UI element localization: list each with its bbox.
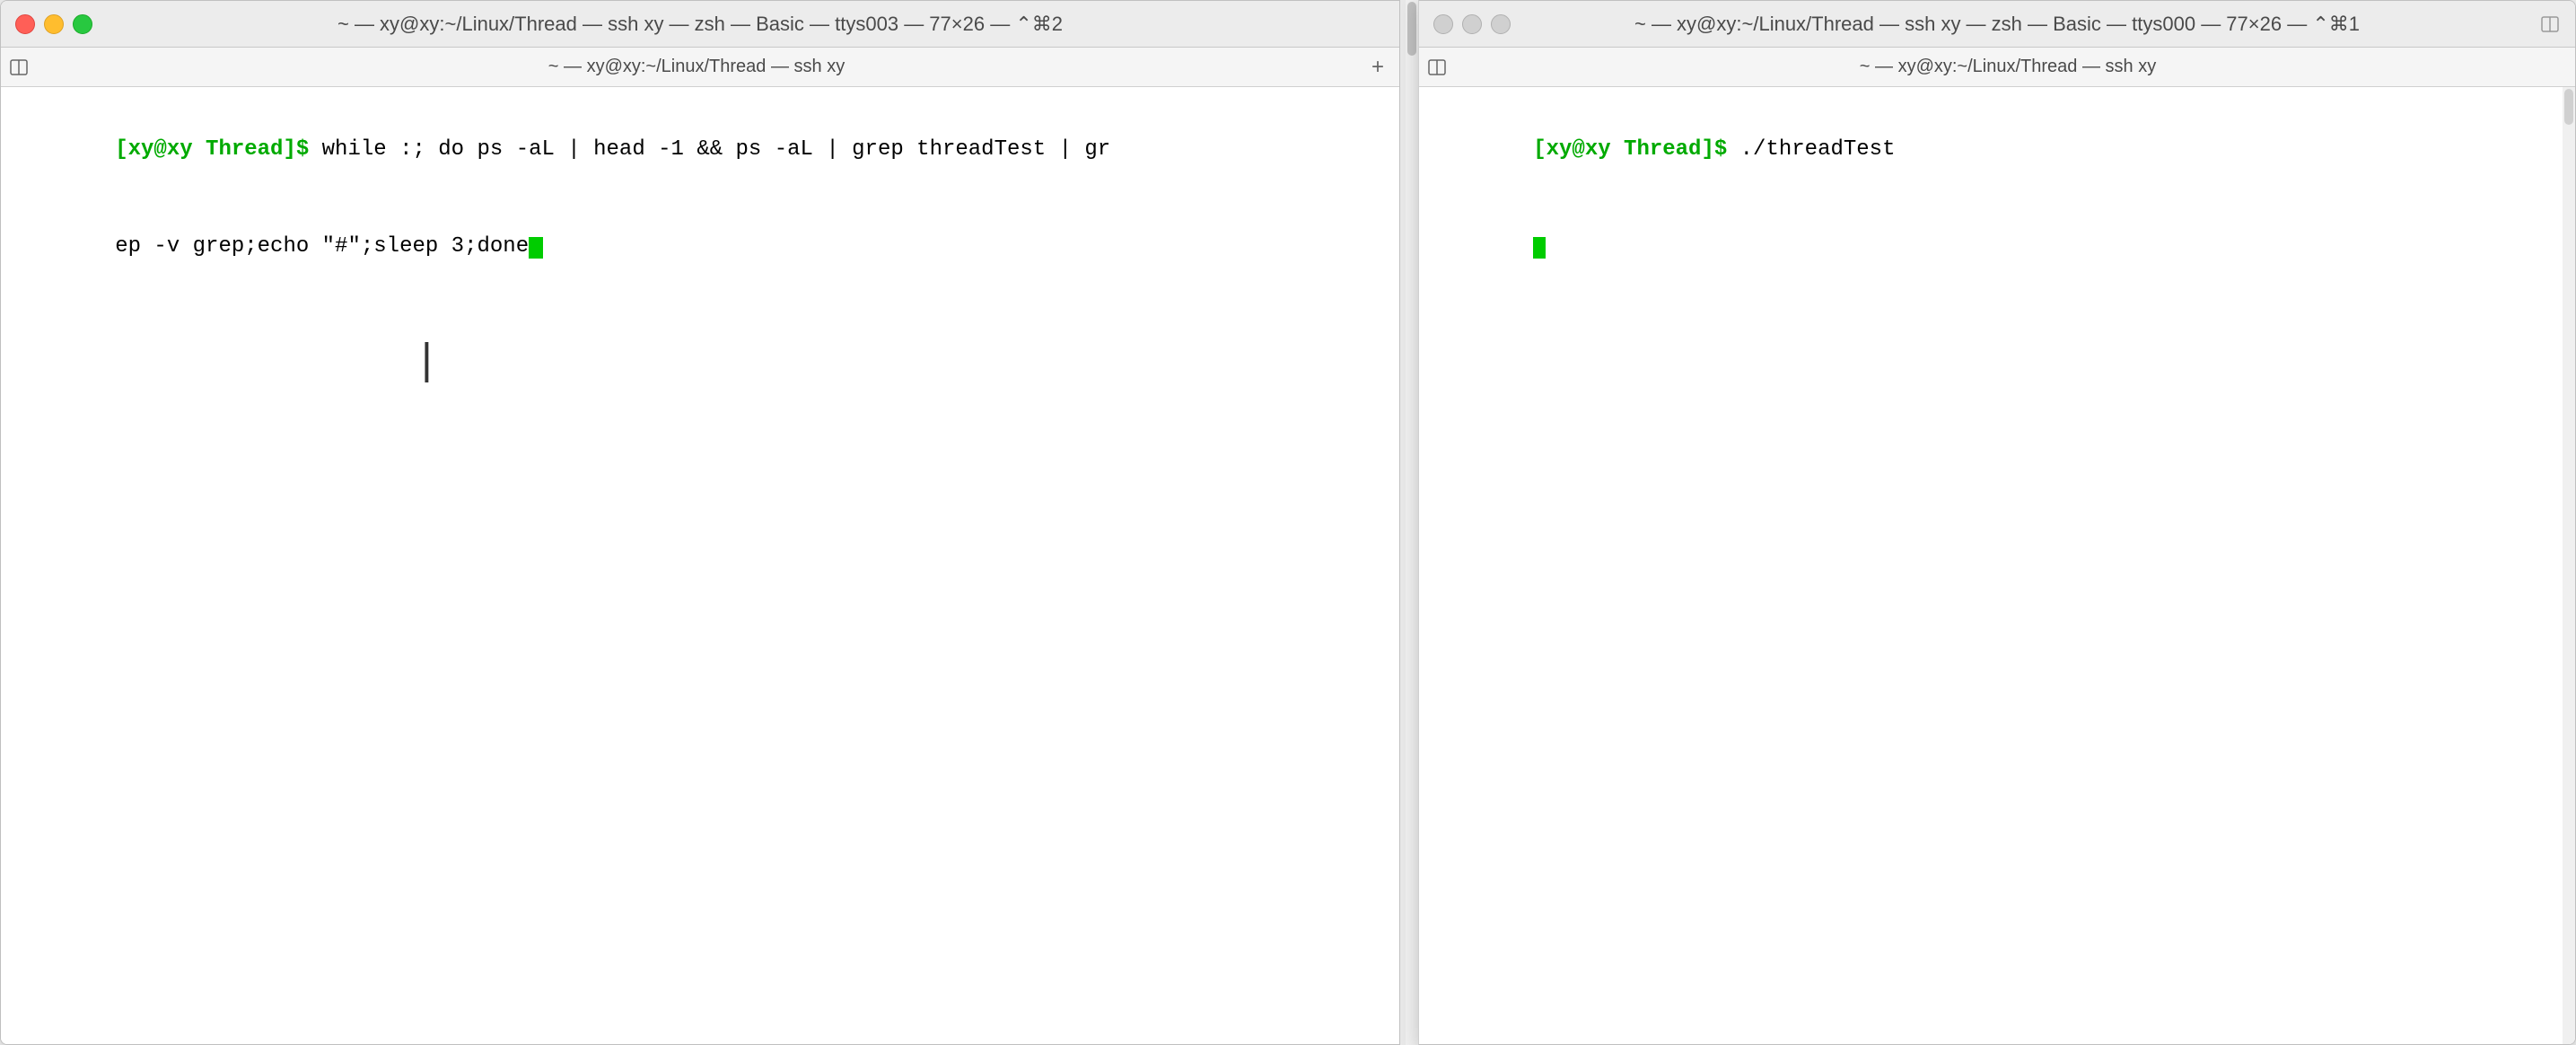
right-tab-label: ~ — xy@xy:~/Linux/Thread — ssh xy — [1860, 57, 2156, 77]
left-traffic-lights — [15, 14, 92, 34]
right-tab-split-icon[interactable] — [1426, 57, 1448, 78]
left-scrollbar-thumb[interactable] — [1407, 2, 1416, 56]
right-maximize-button[interactable] — [1491, 14, 1511, 34]
right-window-controls — [2539, 13, 2561, 35]
left-maximize-button[interactable] — [73, 14, 92, 34]
left-close-button[interactable] — [15, 14, 35, 34]
right-terminal-window: ~ — xy@xy:~/Linux/Thread — ssh xy — zsh … — [1418, 0, 2576, 1045]
left-terminal-line-1: [xy@xy Thread]$ while :; do ps -aL | hea… — [12, 101, 1389, 198]
right-tab-bar: ~ — xy@xy:~/Linux/Thread — ssh xy — [1419, 48, 2575, 87]
right-close-button[interactable] — [1433, 14, 1453, 34]
right-prompt-1: [xy@xy Thread]$ — [1533, 137, 1739, 162]
left-cursor — [529, 237, 543, 259]
left-tab-label-container: ~ — xy@xy:~/Linux/Thread — ssh xy — [30, 57, 1363, 77]
left-terminal-body[interactable]: [xy@xy Thread]$ while :; do ps -aL | hea… — [1, 87, 1399, 1044]
left-command-1: while :; do ps -aL | head -1 && ps -aL |… — [322, 137, 1111, 162]
left-command-2: ep -v grep;echo "#";sleep 3;done — [115, 234, 529, 259]
left-window-title: ~ — xy@xy:~/Linux/Thread — ssh xy — zsh … — [337, 13, 1063, 36]
left-tab-bar: ~ — xy@xy:~/Linux/Thread — ssh xy + — [1, 48, 1399, 87]
left-scrollbar-track[interactable] — [1406, 0, 1418, 1045]
left-split-icon[interactable] — [8, 57, 30, 78]
right-split-button[interactable] — [2539, 13, 2561, 35]
left-prompt-1: [xy@xy Thread]$ — [115, 137, 321, 162]
left-scrollbar-area — [1400, 0, 1418, 1045]
right-tab-label-container: ~ — xy@xy:~/Linux/Thread — ssh xy — [1448, 57, 2568, 77]
right-terminal-line-1: [xy@xy Thread]$ ./threadTest — [1430, 101, 2564, 198]
left-tab-label: ~ — xy@xy:~/Linux/Thread — ssh xy — [548, 57, 845, 77]
right-cursor — [1533, 237, 1546, 259]
left-i-beam: | — [414, 338, 440, 387]
left-title-bar: ~ — xy@xy:~/Linux/Thread — ssh xy — zsh … — [1, 1, 1399, 48]
left-tab-bar-left — [8, 57, 30, 78]
right-scrollbar-thumb[interactable] — [2564, 89, 2573, 125]
left-terminal-window: ~ — xy@xy:~/Linux/Thread — ssh xy — zsh … — [0, 0, 1400, 1045]
right-title-bar: ~ — xy@xy:~/Linux/Thread — ssh xy — zsh … — [1419, 1, 2575, 48]
right-window-title: ~ — xy@xy:~/Linux/Thread — ssh xy — zsh … — [1634, 13, 2360, 36]
left-terminal-line-2: ep -v grep;echo "#";sleep 3;done — [12, 198, 1389, 295]
right-scrollbar-area — [2563, 87, 2575, 1044]
left-minimize-button[interactable] — [44, 14, 64, 34]
right-minimize-button[interactable] — [1462, 14, 1482, 34]
right-traffic-lights — [1433, 14, 1511, 34]
right-tab-bar-left — [1426, 57, 1448, 78]
right-terminal-line-2 — [1430, 198, 2564, 295]
windows-container: ~ — xy@xy:~/Linux/Thread — ssh xy — zsh … — [0, 0, 2576, 1045]
right-terminal-body[interactable]: [xy@xy Thread]$ ./threadTest — [1419, 87, 2575, 1044]
left-add-tab-button[interactable]: + — [1363, 53, 1392, 82]
right-command-1: ./threadTest — [1740, 137, 1896, 162]
